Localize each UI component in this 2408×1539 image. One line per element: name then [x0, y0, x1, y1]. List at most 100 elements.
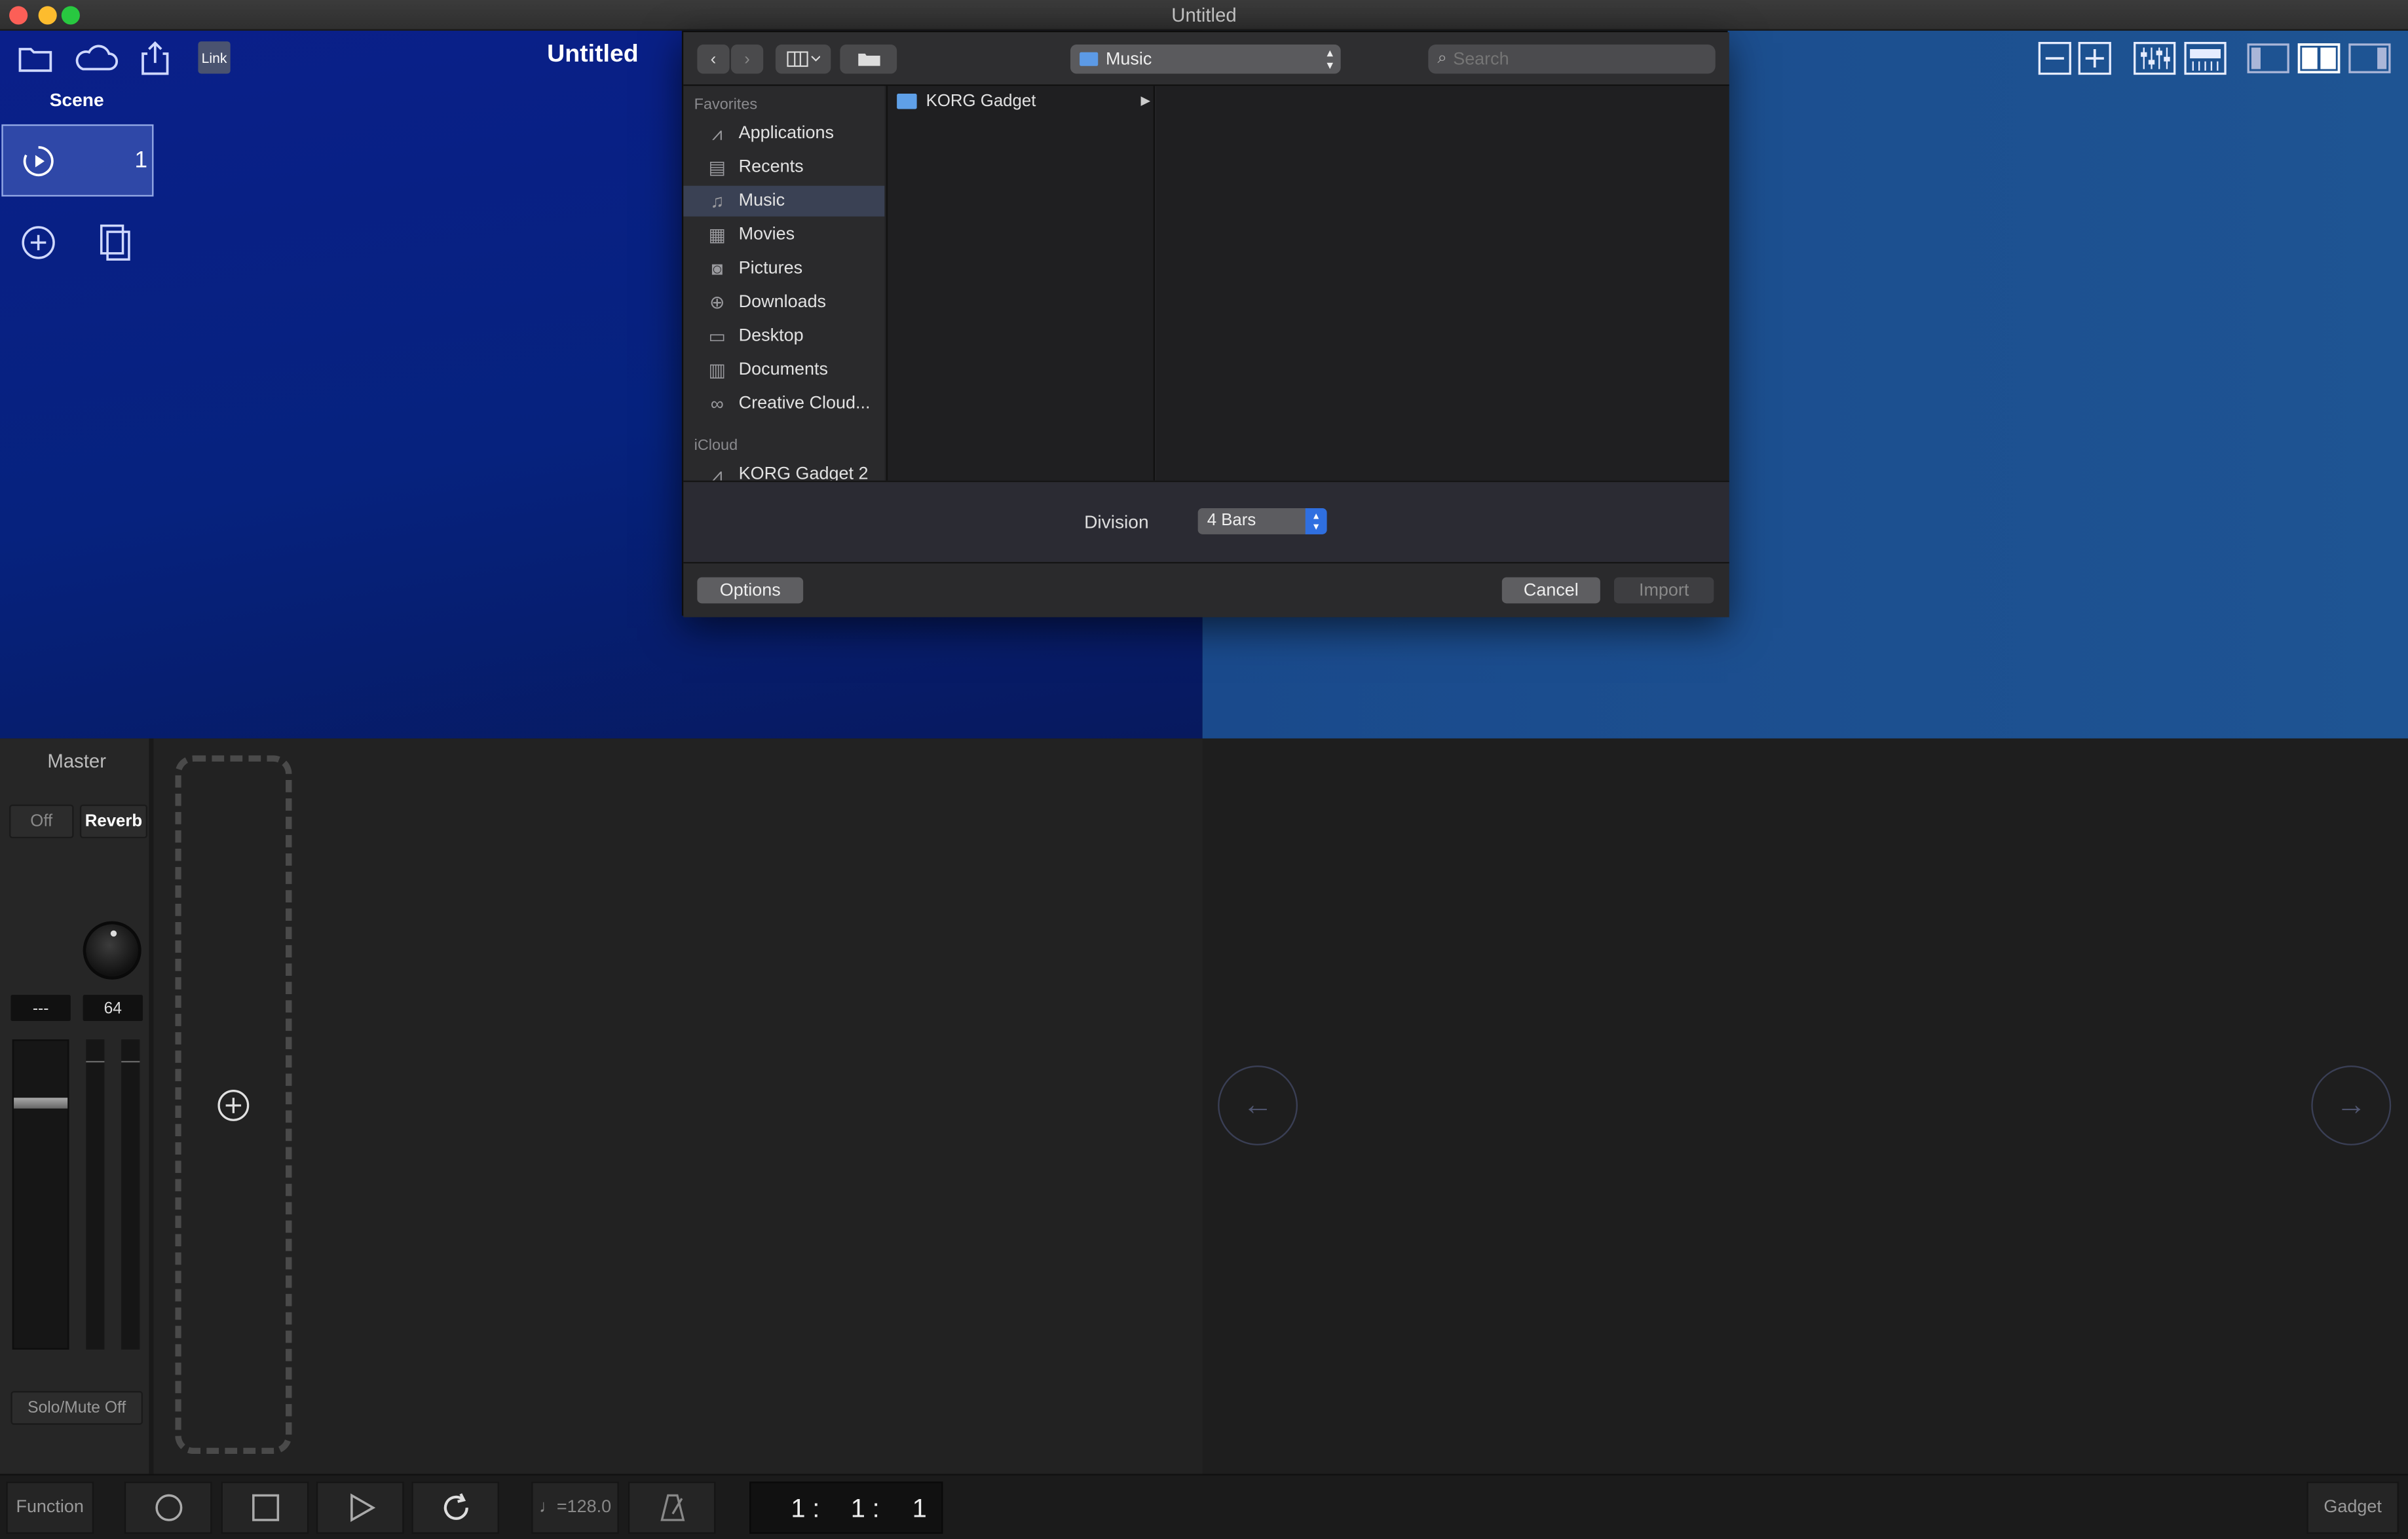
position-sep-1: : — [812, 1494, 820, 1523]
volume-fader-handle[interactable] — [14, 1098, 68, 1109]
sidebar-item-desktop[interactable]: ▭ Desktop — [683, 321, 884, 352]
cancel-button[interactable]: Cancel — [1501, 577, 1600, 604]
music-note-icon: ♫ — [710, 190, 724, 212]
record-icon — [155, 1494, 182, 1521]
sidebar-item-korg-gadget-2[interactable]: ⩘ KORG Gadget 2 — [683, 459, 884, 481]
document-icon: ▥ — [708, 359, 726, 381]
sidebar-item-label: Pictures — [738, 259, 803, 278]
favorites-header: Favorites — [694, 96, 758, 114]
folder-icon[interactable] — [14, 37, 57, 80]
mixer-icon[interactable] — [2133, 37, 2176, 80]
play-button[interactable] — [316, 1481, 404, 1534]
editor-area — [1202, 738, 2408, 1474]
division-label: Division — [1084, 511, 1149, 533]
chevron-left-icon: ‹ — [710, 50, 717, 69]
sidebar-item-label: Music — [738, 192, 785, 211]
scene-cell[interactable]: 1 — [1, 124, 154, 197]
search-input[interactable] — [1453, 50, 1684, 69]
recents-icon: ▤ — [708, 157, 726, 178]
sidebar-item-documents[interactable]: ▥ Documents — [683, 355, 884, 386]
record-button[interactable] — [124, 1481, 212, 1534]
reverb-button[interactable]: Reverb — [79, 804, 148, 839]
division-select[interactable]: 4 Bars ▴ ▾ — [1197, 508, 1327, 534]
sidebar-item-label: Movies — [738, 225, 795, 244]
zoom-window-button[interactable] — [61, 6, 80, 25]
preview-column — [1156, 86, 1729, 481]
desktop-icon: ▭ — [708, 325, 726, 347]
dialog-sidebar: Favorites ⩘ Applications ▤ Recents ♫ Music … — [683, 86, 885, 481]
camera-icon: ◙ — [711, 257, 723, 280]
loop-icon — [443, 1493, 468, 1520]
arrow-right-icon[interactable]: → — [2311, 1066, 2392, 1145]
folder-icon — [897, 92, 917, 109]
sidebar-item-label: Recents — [738, 158, 804, 177]
import-button[interactable]: Import — [1613, 577, 1714, 604]
window-title: Untitled — [1171, 5, 1237, 26]
add-scene-icon[interactable] — [20, 224, 56, 261]
solo-mute-button[interactable]: Solo/Mute Off — [10, 1391, 143, 1425]
sidebar-item-downloads[interactable]: ⊕ Downloads — [683, 287, 884, 318]
creative-cloud-icon: ∞ — [710, 393, 724, 415]
layout-left-icon[interactable] — [2247, 37, 2290, 80]
back-button[interactable]: ‹ — [697, 44, 730, 74]
sidebar-item-recents[interactable]: ▤ Recents — [683, 152, 884, 183]
duplicate-scene-icon[interactable] — [97, 223, 134, 263]
master-panel: Master Off Reverb --- 64 Solo/Mute Off — [0, 738, 154, 1474]
link-button[interactable]: Link — [198, 41, 231, 74]
add-track-icon[interactable] — [217, 1088, 251, 1122]
metronome-button[interactable] — [628, 1481, 716, 1534]
layout-split-icon[interactable] — [2297, 37, 2341, 80]
document-title: Untitled — [547, 41, 639, 68]
sidebar-item-label: Documents — [738, 360, 829, 380]
play-icon — [349, 1493, 375, 1522]
minimize-window-button[interactable] — [38, 6, 57, 25]
master-label: Master — [47, 751, 106, 773]
new-folder-button[interactable] — [840, 44, 897, 74]
forward-button[interactable]: › — [730, 44, 764, 74]
sidebar-item-label: Applications — [738, 124, 835, 143]
loop-button[interactable] — [411, 1481, 499, 1534]
columns-view-icon — [787, 51, 820, 67]
reverb-knob[interactable] — [83, 921, 141, 980]
scene-play-icon[interactable] — [22, 144, 56, 178]
close-window-button[interactable] — [9, 6, 28, 25]
download-icon: ⊕ — [709, 291, 725, 314]
division-value: 4 Bars — [1207, 511, 1256, 530]
fx-off-button[interactable]: Off — [9, 804, 74, 839]
app-icon: ⩘ — [711, 462, 723, 481]
volume-fader-track[interactable] — [12, 1039, 69, 1350]
chevron-right-icon: › — [744, 50, 750, 69]
level-meter-left — [86, 1039, 105, 1350]
gadget-button[interactable]: Gadget — [2306, 1481, 2399, 1534]
sidebar-item-label: KORG Gadget 2 — [738, 465, 869, 481]
zoom-in-icon[interactable] — [2077, 37, 2113, 80]
stop-icon — [251, 1494, 278, 1521]
sidebar-item-label: Creative Cloud... — [738, 394, 871, 413]
keyboard-icon[interactable] — [2184, 37, 2227, 80]
knob-indicator — [110, 930, 117, 937]
tempo-display[interactable]: ♩=128.0 — [531, 1481, 619, 1534]
zoom-out-icon[interactable] — [2037, 37, 2073, 80]
stop-button[interactable] — [221, 1481, 309, 1534]
accessory-panel: Division 4 Bars ▴ ▾ — [683, 480, 1729, 564]
sidebar-item-applications[interactable]: ⩘ Applications — [683, 119, 884, 149]
sidebar-item-movies[interactable]: ▦ Movies — [683, 219, 884, 250]
dialog-footer: Options Cancel Import — [683, 563, 1729, 618]
sidebar-item-music[interactable]: ♫ Music — [683, 185, 885, 217]
level-meter-right — [121, 1039, 140, 1350]
file-row-korg-gadget[interactable]: KORG Gadget ▶ — [888, 88, 1155, 114]
scene-number: 1 — [134, 147, 148, 174]
options-button[interactable]: Options — [697, 577, 804, 604]
search-field[interactable]: ⌕ — [1428, 44, 1716, 74]
function-button[interactable]: Function — [6, 1481, 94, 1534]
arrow-left-icon[interactable]: ← — [1218, 1066, 1298, 1145]
layout-right-icon[interactable] — [2348, 37, 2392, 80]
cloud-icon[interactable] — [71, 37, 120, 80]
share-icon[interactable] — [134, 37, 177, 80]
scene-header: Scene — [49, 88, 104, 111]
view-mode-button[interactable] — [775, 44, 831, 74]
sidebar-item-pictures[interactable]: ◙ Pictures — [683, 253, 884, 284]
location-popup[interactable]: Music ▴ ▾ — [1070, 44, 1341, 74]
sidebar-item-creative-cloud[interactable]: ∞ Creative Cloud... — [683, 388, 884, 419]
sidebar-item-label: Desktop — [738, 327, 804, 346]
